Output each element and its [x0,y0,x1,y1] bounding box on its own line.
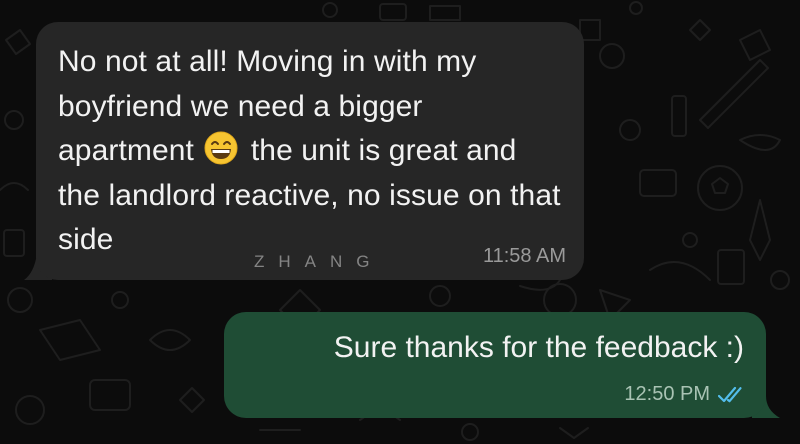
message-timestamp: 11:58 AM [482,245,566,267]
outgoing-message-text: Sure thanks for the feedback :) [333,331,744,364]
message-timestamp: 12:50 PM [624,383,710,405]
watermark: ZHANG [254,252,384,271]
incoming-message-text: No not at all! Moving in with my boyfrie… [58,45,561,256]
outgoing-message-bubble[interactable]: Sure thanks for the feedback :) 12:50 PM [224,312,766,418]
chat-view: No not at all! Moving in with my boyfrie… [0,0,800,444]
message-meta: 12:50 PM [624,383,744,406]
incoming-message-bubble[interactable]: No not at all! Moving in with my boyfrie… [36,22,584,280]
grinning-emoji-icon [204,131,238,165]
read-receipt-icon [718,386,742,402]
